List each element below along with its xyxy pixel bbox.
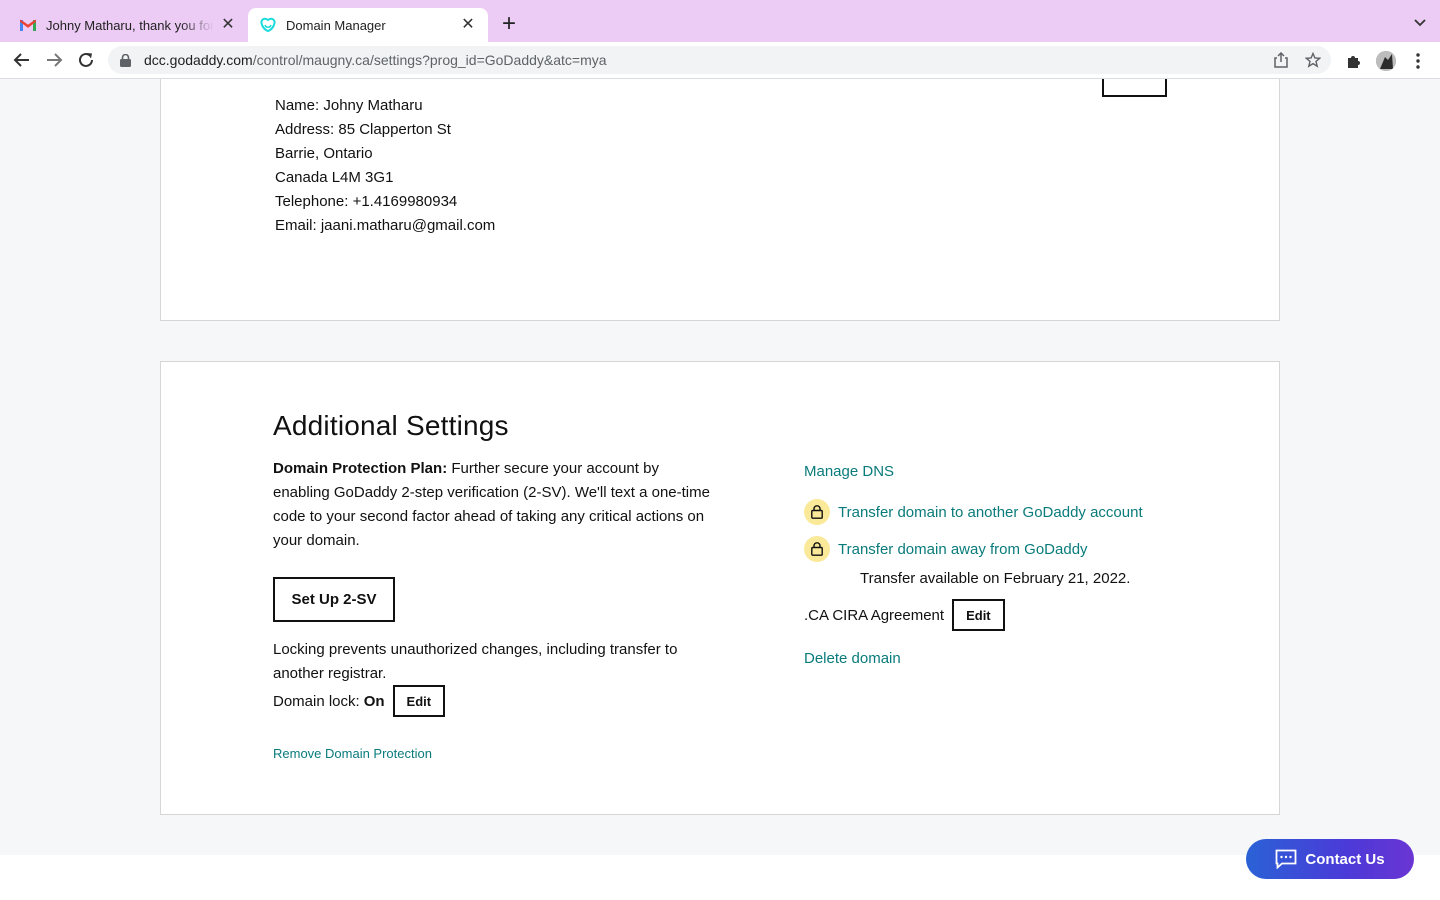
cira-agreement-label: .CA CIRA Agreement: [804, 606, 945, 624]
url-text: dcc.godaddy.com/control/maugny.ca/settin…: [144, 52, 607, 68]
lock-description: Locking prevents unauthorized changes, i…: [273, 641, 678, 682]
dpp-label: Domain Protection Plan:: [273, 460, 448, 477]
transfer-away-link[interactable]: Transfer domain away from GoDaddy: [838, 541, 1088, 558]
chat-icon: [1275, 849, 1297, 869]
address-bar[interactable]: dcc.godaddy.com/control/maugny.ca/settin…: [108, 46, 1331, 74]
back-arrow-icon[interactable]: [10, 48, 34, 72]
lock-icon: [804, 499, 830, 525]
domain-lock-row: Domain lock: On Edit: [273, 685, 446, 717]
contact-us-button[interactable]: Contact Us: [1246, 839, 1414, 879]
contact-address: Address: 85 Clapperton St: [275, 121, 451, 138]
cira-agreement-row: .CA CIRA Agreement Edit: [804, 599, 1005, 631]
domain-lock-edit-button[interactable]: Edit: [392, 685, 446, 717]
contact-email: Email: jaani.matharu@gmail.com: [275, 217, 496, 234]
section-title: Additional Settings: [273, 410, 509, 441]
more-options-icon[interactable]: [1408, 51, 1428, 71]
contact-name: Name: Johny Matharu: [275, 97, 423, 114]
transfer-away-row: Transfer domain away from GoDaddy: [804, 536, 1088, 562]
share-icon[interactable]: [1272, 51, 1290, 69]
manage-dns-link[interactable]: Manage DNS: [804, 463, 894, 480]
contact-details: Name: Johny Matharu Address: 85 Clappert…: [275, 94, 495, 238]
contact-city: Barrie, Ontario: [275, 145, 373, 162]
contact-us-label: Contact Us: [1305, 850, 1385, 868]
forward-arrow-icon[interactable]: [42, 48, 66, 72]
transfer-availability-note: Transfer available on February 21, 2022.: [860, 570, 1131, 587]
tab-title: Johny Matharu, thank you for your purcha…: [46, 17, 214, 33]
contact-country-postal: Canada L4M 3G1: [275, 169, 394, 186]
setup-2sv-button[interactable]: Set Up 2-SV: [273, 577, 395, 622]
browser-toolbar: dcc.godaddy.com/control/maugny.ca/settin…: [0, 42, 1440, 79]
page-content: Name: Johny Matharu Address: 85 Clappert…: [0, 79, 1440, 855]
star-icon[interactable]: [1304, 51, 1322, 69]
contact-edit-button[interactable]: [1102, 79, 1167, 97]
page-footer-area: [0, 855, 1440, 900]
delete-domain-link[interactable]: Delete domain: [804, 650, 901, 667]
extensions-puzzle-icon[interactable]: [1344, 51, 1364, 71]
remove-domain-protection-link[interactable]: Remove Domain Protection: [273, 746, 432, 761]
close-tab-icon[interactable]: ✕: [460, 17, 476, 33]
domain-lock-value: On: [363, 692, 385, 710]
godaddy-icon: [260, 17, 276, 33]
browser-tab-strip: Johny Matharu, thank you for your purcha…: [0, 0, 1440, 42]
reload-icon[interactable]: [74, 48, 98, 72]
chevron-down-icon[interactable]: [1412, 14, 1428, 30]
cira-edit-button[interactable]: Edit: [952, 599, 1005, 631]
new-tab-icon[interactable]: +: [496, 12, 522, 38]
contact-telephone: Telephone: +1.4169980934: [275, 193, 458, 210]
gmail-icon: [20, 17, 36, 33]
lock-icon: [120, 53, 134, 67]
additional-settings-card: Additional Settings Domain Protection Pl…: [160, 361, 1280, 815]
lock-icon: [804, 536, 830, 562]
transfer-to-account-link[interactable]: Transfer domain to another GoDaddy accou…: [838, 504, 1143, 521]
tab-gmail[interactable]: Johny Matharu, thank you for your purcha…: [8, 8, 248, 42]
contact-card: Name: Johny Matharu Address: 85 Clappert…: [160, 79, 1280, 321]
avatar[interactable]: [1376, 51, 1396, 71]
domain-protection-description: Domain Protection Plan: Further secure y…: [273, 457, 713, 553]
tab-title: Domain Manager: [286, 17, 386, 33]
domain-lock-label: Domain lock:: [273, 692, 360, 710]
transfer-account-row: Transfer domain to another GoDaddy accou…: [804, 499, 1143, 525]
tab-domain-manager[interactable]: Domain Manager ✕: [248, 8, 488, 42]
close-tab-icon[interactable]: ✕: [220, 17, 236, 33]
